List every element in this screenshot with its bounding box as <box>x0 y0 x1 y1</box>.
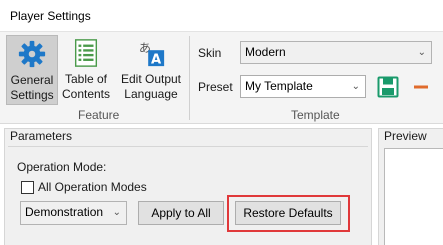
skin-select-value: Modern <box>245 45 286 59</box>
chevron-down-icon: ⌄ <box>112 207 121 218</box>
template-group-label: Template <box>291 108 340 122</box>
chevron-down-icon: ⌄ <box>351 81 360 92</box>
general-settings-label: General Settings <box>10 73 54 102</box>
all-operation-modes-label[interactable]: All Operation Modes <box>38 180 147 194</box>
general-settings-button[interactable]: General Settings <box>6 35 58 105</box>
toc-icon <box>74 39 98 67</box>
apply-to-all-button[interactable]: Apply to All <box>138 201 224 225</box>
skin-label: Skin <box>198 46 222 60</box>
remove-icon[interactable] <box>410 76 432 98</box>
highlight-box <box>227 195 350 232</box>
parameters-divider <box>8 146 368 147</box>
title-bar: Player Settings <box>0 0 443 32</box>
edit-output-language-button[interactable]: あ A Edit Output Language <box>115 35 187 105</box>
operation-mode-label: Operation Mode: <box>17 160 107 174</box>
preset-select-value: My Template <box>245 79 313 93</box>
skin-select[interactable]: Modern ⌄ <box>240 41 432 64</box>
ribbon: General Settings Table of Contents あ A E… <box>0 32 443 124</box>
save-icon[interactable] <box>377 76 399 98</box>
preset-label: Preset <box>198 80 233 94</box>
edit-output-language-label: Edit Output Language <box>120 72 182 101</box>
table-of-contents-button[interactable]: Table of Contents <box>60 35 112 105</box>
feature-group-label: Feature <box>78 108 120 122</box>
parameters-header: Parameters <box>10 129 73 143</box>
table-of-contents-label: Table of Contents <box>61 72 111 101</box>
preset-select[interactable]: My Template ⌄ <box>240 75 366 98</box>
operation-mode-select[interactable]: Demonstration ⌄ <box>20 201 127 225</box>
gear-icon <box>18 40 46 68</box>
preview-area <box>384 148 443 245</box>
ribbon-divider <box>189 36 190 120</box>
operation-mode-select-value: Demonstration <box>25 205 104 219</box>
window-title: Player Settings <box>10 9 91 23</box>
preview-header: Preview <box>384 129 427 143</box>
all-operation-modes-checkbox[interactable] <box>21 181 34 194</box>
chevron-down-icon: ⌄ <box>417 47 426 58</box>
svg-text:A: A <box>151 52 162 67</box>
language-icon: あ A <box>139 41 165 67</box>
